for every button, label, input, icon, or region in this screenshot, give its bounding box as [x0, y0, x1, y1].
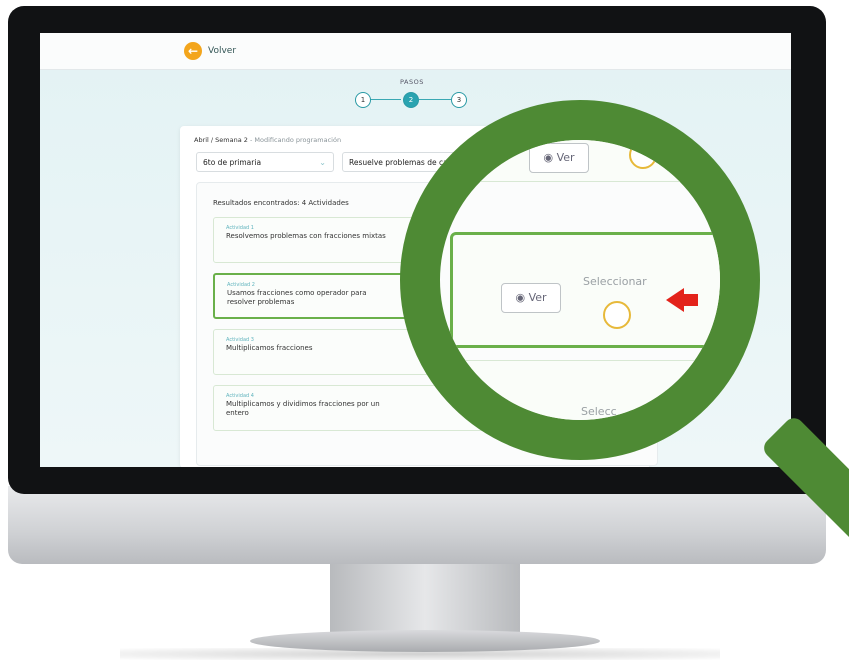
arrow-left-icon: ← — [184, 42, 202, 60]
view-button-magnified[interactable]: ◉ Ver — [529, 143, 589, 173]
red-arrow-tail — [684, 294, 698, 306]
activity-title: Multiplicamos y dividimos fracciones por… — [226, 400, 380, 417]
monitor-stand-base — [250, 630, 600, 652]
monitor-chin — [8, 486, 826, 564]
breadcrumb-path: Abril / Semana 2 — [194, 136, 248, 144]
step-1[interactable]: 1 — [355, 92, 371, 108]
top-bar: ← Volver — [40, 33, 791, 70]
magnified-view: ◉ Ver ◉ Ver Seleccionar Selecc — [440, 140, 720, 420]
step-connector — [419, 99, 451, 100]
view-label: Ver — [528, 291, 547, 304]
breadcrumb-suffix: - Modificando programación — [247, 136, 342, 144]
back-label: Volver — [208, 46, 237, 56]
activity-number: Actividad 1 — [226, 225, 254, 231]
view-button-magnified[interactable]: ◉ Ver — [501, 283, 561, 313]
breadcrumb: Abril / Semana 2 - Modificando programac… — [194, 136, 341, 144]
activity-title: Resolvemos problemas con fracciones mixt… — [226, 232, 386, 240]
activity-number: Actividad 4 — [226, 393, 254, 399]
step-3[interactable]: 3 — [451, 92, 467, 108]
grade-select[interactable]: 6to de primaria ⌄ — [196, 152, 334, 172]
eye-icon: ◉ — [543, 151, 554, 164]
activity-number: Actividad 3 — [226, 337, 254, 343]
activity-title: Multiplicamos fracciones — [226, 344, 313, 352]
steps-title: PASOS — [400, 78, 424, 86]
radio-circle-icon[interactable] — [629, 141, 657, 169]
activity-number: Actividad 2 — [227, 282, 255, 288]
grade-select-value: 6to de primaria — [203, 158, 262, 167]
step-2[interactable]: 2 — [403, 92, 419, 108]
select-label: Seleccionar — [583, 275, 647, 288]
magnifying-glass-icon: ◉ Ver ◉ Ver Seleccionar Selecc — [400, 100, 760, 460]
step-connector — [369, 99, 401, 100]
magnified-row-1: ◉ Ver — [450, 140, 720, 182]
chevron-down-icon: ⌄ — [319, 158, 326, 167]
stepper: 1 2 3 — [353, 90, 473, 110]
view-label: Ver — [556, 151, 575, 164]
red-arrow-icon — [666, 288, 684, 312]
radio-circle-icon[interactable] — [603, 301, 631, 329]
results-count: Resultados encontrados: 4 Actividades — [213, 199, 349, 207]
select-label-partial: Selecc — [581, 405, 617, 418]
magnified-row-3: Selecc — [450, 360, 720, 420]
back-button[interactable]: ← Volver — [184, 42, 236, 60]
activity-title: Usamos fracciones como operador para res… — [227, 289, 367, 306]
eye-icon: ◉ — [515, 291, 526, 304]
